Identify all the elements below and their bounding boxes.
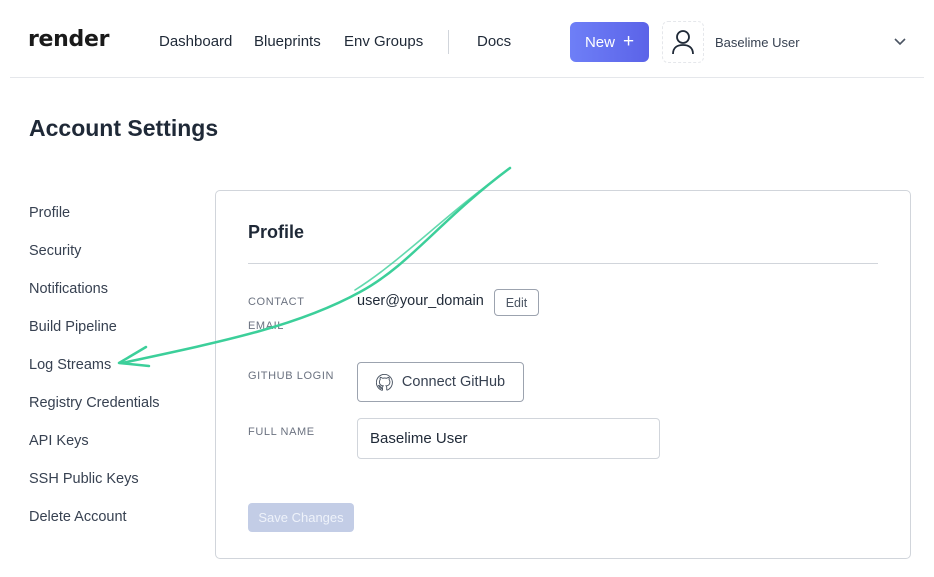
user-icon [672, 30, 694, 55]
full-name-label: FULL NAME [248, 426, 315, 438]
connect-github-button[interactable]: Connect GitHub [357, 362, 524, 402]
render-logo[interactable]: render [28, 27, 109, 52]
nav-blueprints[interactable]: Blueprints [254, 33, 321, 50]
contact-email-value: user@your_domain [357, 293, 484, 309]
sidebar-item-log-streams[interactable]: Log Streams [29, 357, 111, 373]
nav-env-groups[interactable]: Env Groups [344, 33, 423, 50]
page-title: Account Settings [29, 115, 219, 141]
github-login-label: GITHUB LOGIN [248, 370, 335, 382]
avatar[interactable] [662, 21, 704, 63]
new-button[interactable]: New + [570, 22, 649, 62]
profile-card: Profile CONTACT EMAIL user@your_domain E… [215, 190, 911, 559]
sidebar-item-notifications[interactable]: Notifications [29, 281, 108, 297]
sidebar-item-delete-account[interactable]: Delete Account [29, 509, 127, 525]
top-header: render Dashboard Blueprints Env Groups D… [10, 0, 924, 78]
sidebar-item-ssh-public-keys[interactable]: SSH Public Keys [29, 471, 139, 487]
profile-heading: Profile [248, 222, 305, 242]
contact-email-label: CONTACT EMAIL [248, 296, 305, 332]
plus-icon: + [622, 30, 635, 52]
sidebar-item-security[interactable]: Security [29, 243, 81, 259]
sidebar-item-build-pipeline[interactable]: Build Pipeline [29, 319, 117, 335]
profile-divider [248, 263, 878, 264]
sidebar-item-api-keys[interactable]: API Keys [29, 433, 89, 449]
save-changes-button[interactable]: Save Changes [248, 503, 354, 532]
nav-docs[interactable]: Docs [477, 33, 511, 50]
nav-divider [448, 30, 449, 54]
github-icon [375, 373, 393, 391]
sidebar-item-profile[interactable]: Profile [29, 205, 70, 221]
edit-email-button[interactable]: Edit [494, 289, 539, 316]
sidebar-item-registry-credentials[interactable]: Registry Credentials [29, 395, 160, 411]
new-button-label: New [584, 33, 615, 51]
full-name-input[interactable] [357, 418, 660, 459]
connect-github-label: Connect GitHub [401, 374, 506, 390]
user-name[interactable]: Baselime User [715, 35, 800, 50]
nav-dashboard[interactable]: Dashboard [159, 33, 232, 50]
chevron-down-icon[interactable] [892, 33, 908, 49]
